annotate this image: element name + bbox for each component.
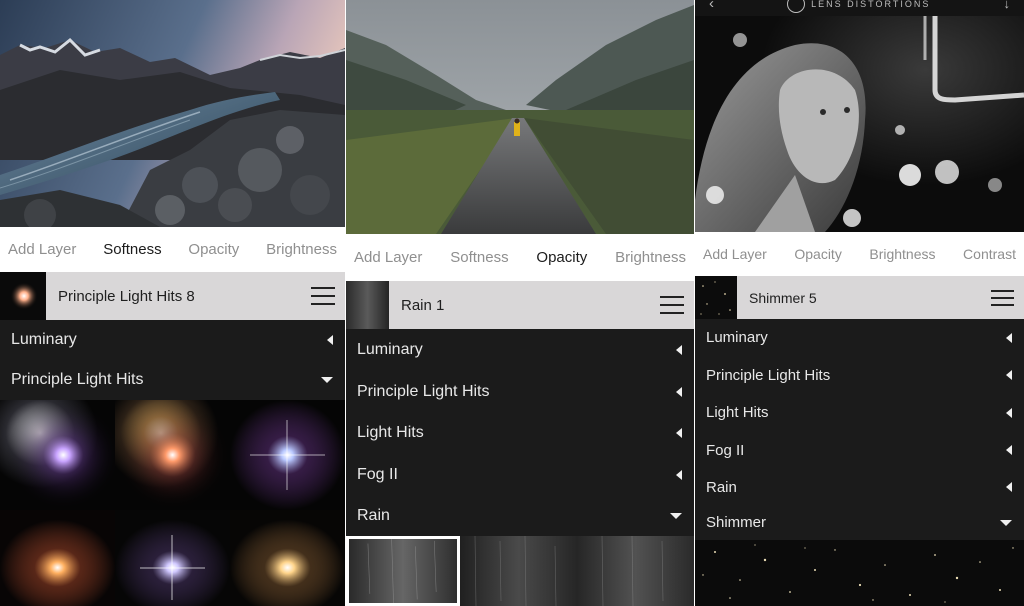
expand-arrow-icon — [1000, 519, 1012, 526]
tab-add-layer[interactable]: Add Layer — [354, 249, 422, 266]
category-label: Light Hits — [357, 424, 424, 441]
tab-brightness[interactable]: Brightness — [266, 241, 337, 258]
play-icon — [787, 0, 806, 13]
category-shimmer[interactable]: Shimmer — [695, 505, 1024, 540]
preview-photo-glacier — [0, 0, 345, 227]
collapse-arrow-icon — [676, 469, 682, 480]
layer-thumbnail — [0, 272, 46, 320]
overlay-thumbnail[interactable] — [460, 536, 577, 606]
category-label: Principle Light Hits — [706, 366, 831, 384]
overlay-thumbnail[interactable] — [115, 400, 230, 510]
category-fog-ii[interactable]: Fog II — [346, 454, 694, 495]
category-label: Principle Light Hits — [357, 382, 490, 400]
layer-name: Principle Light Hits 8 — [58, 287, 195, 305]
category-luminary[interactable]: Luminary — [0, 320, 345, 360]
collapse-arrow-icon — [1006, 370, 1012, 380]
current-layer-row[interactable]: Rain 1 — [346, 281, 694, 329]
hamburger-menu-icon[interactable] — [311, 287, 335, 305]
tab-brightness[interactable]: Brightness — [869, 246, 935, 262]
adjustment-tabs: Add Layer Softness Opacity Brightness — [0, 227, 345, 272]
category-label: Fog II — [706, 441, 745, 459]
collapse-arrow-icon — [676, 345, 682, 355]
category-label: Rain — [357, 506, 390, 524]
layer-thumbnail — [695, 276, 737, 319]
overlay-thumbnail[interactable] — [0, 510, 115, 606]
header-title: LENS DISTORTIONS — [811, 0, 931, 9]
category-rain[interactable]: Rain — [695, 469, 1024, 505]
category-label: Luminary — [11, 331, 77, 348]
overlay-thumbnail[interactable] — [0, 400, 115, 510]
layer-name: Rain 1 — [401, 296, 445, 314]
expand-arrow-icon — [670, 512, 682, 519]
back-arrow-icon[interactable]: ‹ — [709, 0, 714, 12]
collapse-arrow-icon — [676, 428, 682, 438]
tab-softness[interactable]: Softness — [450, 249, 508, 266]
download-arrow-icon[interactable]: ↓ — [1004, 0, 1011, 11]
layer-name: Shimmer 5 — [749, 289, 817, 306]
tab-add-layer[interactable]: Add Layer — [8, 241, 76, 258]
tab-contrast[interactable]: Contrast — [963, 246, 1016, 262]
category-principle-light-hits[interactable]: Principle Light Hits — [0, 360, 345, 400]
category-label: Rain — [706, 478, 737, 496]
tab-add-layer[interactable]: Add Layer — [703, 246, 767, 262]
category-label: Luminary — [357, 341, 423, 358]
collapse-arrow-icon — [327, 335, 333, 345]
category-luminary[interactable]: Luminary — [346, 329, 694, 371]
category-principle-light-hits[interactable]: Principle Light Hits — [695, 356, 1024, 394]
collapse-arrow-icon — [1006, 445, 1012, 455]
overlay-thumbnail-grid — [695, 540, 1024, 606]
category-label: Fog II — [357, 465, 398, 483]
category-light-hits[interactable]: Light Hits — [346, 412, 694, 454]
expand-arrow-icon — [321, 377, 333, 383]
tab-brightness[interactable]: Brightness — [615, 249, 686, 266]
adjustment-tabs: Add Layer Opacity Brightness Contrast — [695, 232, 1024, 276]
overlay-thumbnail[interactable] — [230, 510, 345, 606]
overlay-thumbnail[interactable] — [230, 400, 345, 510]
overlay-thumbnail-grid — [346, 536, 694, 606]
collapse-arrow-icon — [1006, 407, 1012, 418]
app-header: ‹ LENS DISTORTIONS ↓ — [695, 0, 1024, 16]
layer-thumbnail — [346, 281, 389, 329]
hamburger-menu-icon[interactable] — [991, 289, 1014, 306]
hamburger-menu-icon[interactable] — [660, 296, 684, 314]
overlay-thumbnail[interactable] — [577, 536, 694, 606]
tab-opacity[interactable]: Opacity — [794, 246, 841, 262]
adjustment-tabs: Add Layer Softness Opacity Brightness — [346, 234, 694, 281]
category-label: Shimmer — [706, 514, 767, 531]
collapse-arrow-icon — [1006, 482, 1012, 492]
overlay-thumbnail-selected[interactable] — [346, 536, 460, 606]
current-layer-row[interactable]: Principle Light Hits 8 — [0, 272, 345, 320]
category-rain[interactable]: Rain — [346, 495, 694, 536]
category-principle-light-hits[interactable]: Principle Light Hits — [346, 371, 694, 412]
category-fog-ii[interactable]: Fog II — [695, 431, 1024, 469]
category-label: Light Hits — [706, 404, 769, 421]
category-luminary[interactable]: Luminary — [695, 319, 1024, 356]
preview-photo-portrait — [695, 0, 1024, 232]
category-label: Luminary — [706, 329, 768, 346]
tab-opacity[interactable]: Opacity — [536, 249, 587, 266]
overlay-thumbnail-grid — [0, 400, 345, 606]
current-layer-row[interactable]: Shimmer 5 — [695, 276, 1024, 319]
category-light-hits[interactable]: Light Hits — [695, 394, 1024, 431]
preview-photo-road — [346, 0, 694, 234]
collapse-arrow-icon — [676, 386, 682, 397]
screen-panel-rain: Add Layer Softness Opacity Brightness Ra… — [346, 0, 694, 606]
tab-softness[interactable]: Softness — [103, 241, 161, 258]
overlay-thumbnail[interactable] — [695, 540, 1024, 606]
category-label: Principle Light Hits — [11, 371, 144, 388]
overlay-thumbnail[interactable] — [115, 510, 230, 606]
screen-panel-shimmer: ‹ LENS DISTORTIONS ↓ Add Layer Opacity B… — [695, 0, 1024, 606]
collapse-arrow-icon — [1006, 332, 1012, 343]
tab-opacity[interactable]: Opacity — [188, 241, 239, 258]
screen-panel-glacier: Add Layer Softness Opacity Brightness Pr… — [0, 0, 345, 606]
